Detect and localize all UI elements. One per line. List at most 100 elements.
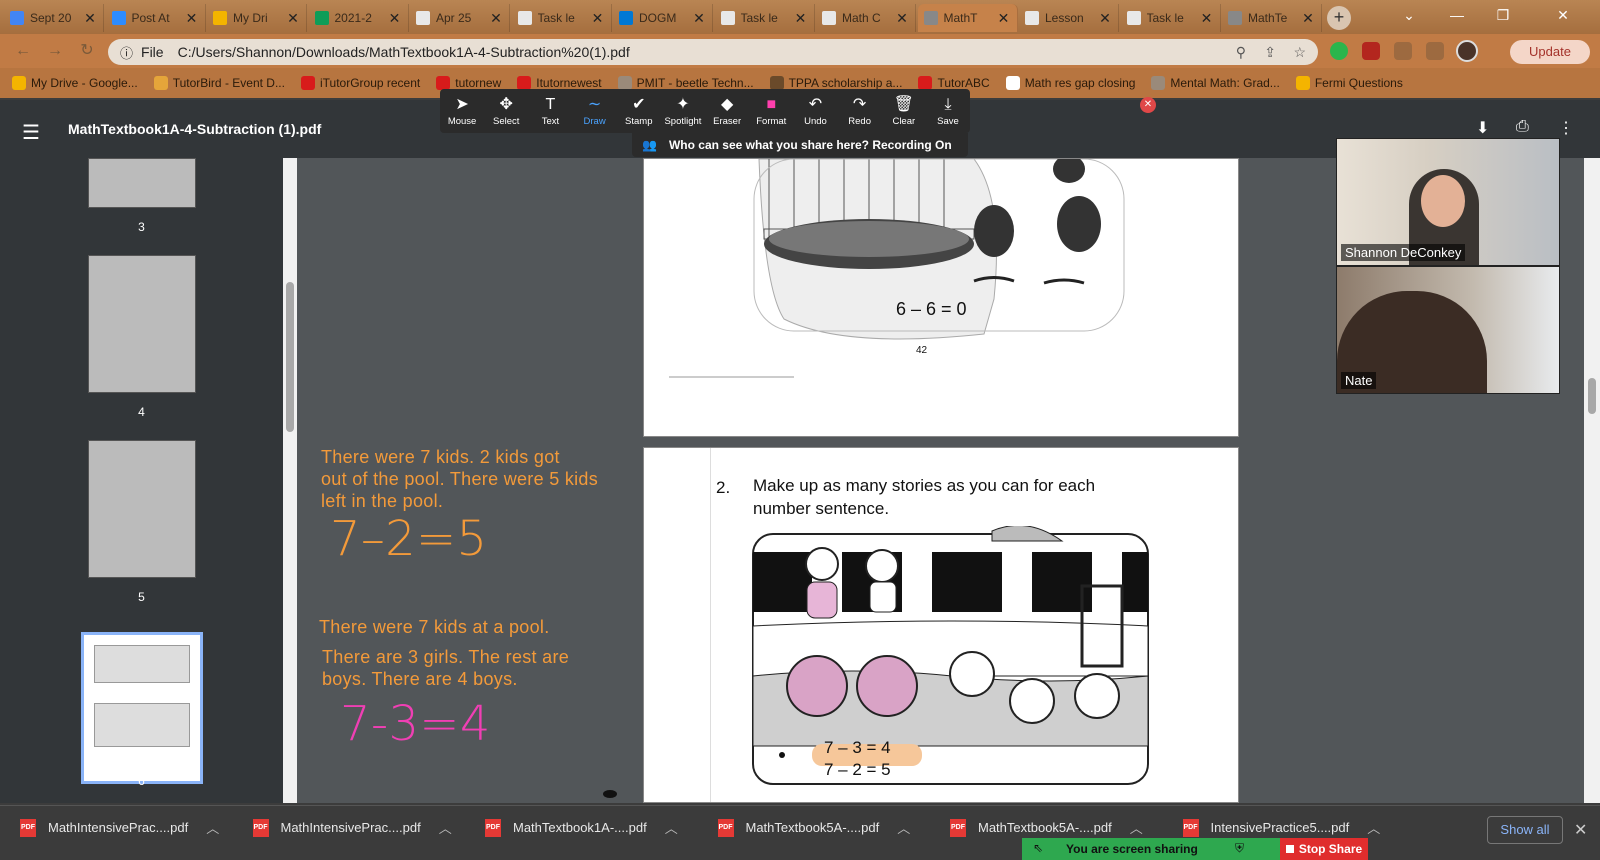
chevron-up-icon[interactable]: ︿ <box>1130 818 1143 837</box>
tool-text[interactable]: T Text <box>528 89 572 133</box>
tab-close-icon[interactable]: ✕ <box>83 10 97 27</box>
new-tab-button[interactable]: + <box>1327 6 1351 30</box>
download-item[interactable]: PDF IntensivePractice5....pdf ︿ <box>1182 818 1380 837</box>
show-all-button[interactable]: Show all <box>1487 816 1563 844</box>
bookmark-item[interactable]: My Drive - Google... <box>12 76 138 90</box>
bookmark-item[interactable]: Itutornewest <box>517 76 602 90</box>
tab[interactable]: MathTe ✕ <box>1222 4 1322 32</box>
bookmark-item[interactable]: iTutorGroup recent <box>300 76 420 90</box>
bookmark-item[interactable]: Math res gap closing <box>1005 76 1135 90</box>
tool-format[interactable]: ■ Format <box>749 89 793 133</box>
extension-icon[interactable] <box>1330 42 1348 60</box>
tab[interactable]: Lesson ✕ <box>1019 4 1119 32</box>
restore-button[interactable]: ❐ <box>1480 0 1526 32</box>
thumbnail-page-3[interactable] <box>88 158 196 208</box>
chevron-up-icon[interactable]: ︿ <box>1367 818 1380 837</box>
download-item[interactable]: PDF MathTextbook5A-....pdf ︿ <box>717 818 910 837</box>
close-window-button[interactable]: ✕ <box>1526 0 1600 32</box>
bookmark-favicon-icon <box>1295 76 1310 90</box>
close-downloads-icon[interactable]: ✕ <box>1574 820 1587 840</box>
pdf-page-bottom: 2. Make up as many stories as you can fo… <box>643 447 1239 803</box>
chevron-up-icon[interactable]: ︿ <box>897 818 910 837</box>
tool-clear[interactable]: 🗑 Clear <box>882 89 926 133</box>
tool-save[interactable]: ⤓ Save <box>926 89 970 133</box>
tool-undo[interactable]: ↶ Undo <box>793 89 837 133</box>
zoom-icon[interactable]: ⚲ <box>1236 44 1246 61</box>
tab-close-icon[interactable]: ✕ <box>489 10 503 27</box>
bookmark-item[interactable]: TPPA scholarship a... <box>769 76 902 90</box>
chevron-up-icon[interactable]: ︿ <box>665 818 678 837</box>
close-toolbar-button[interactable]: ✕ <box>1140 97 1156 113</box>
bookmark-star-icon[interactable]: ☆ <box>1293 44 1306 61</box>
download-item[interactable]: PDF MathIntensivePrac....pdf ︿ <box>252 818 452 837</box>
extension-puzzle-icon[interactable] <box>1394 42 1412 60</box>
share-icon[interactable]: ⇪ <box>1264 44 1276 61</box>
tab[interactable]: Math C ✕ <box>816 4 916 32</box>
bookmark-item[interactable]: PMIT - beetle Techn... <box>617 76 754 90</box>
more-options-icon[interactable]: ⋮ <box>1558 118 1574 138</box>
tab-close-icon[interactable]: ✕ <box>692 10 706 27</box>
video-tile[interactable]: Nate <box>1336 266 1560 394</box>
tab[interactable]: Sept 20 ✕ <box>4 4 104 32</box>
bookmark-item[interactable]: TutorBird - Event D... <box>153 76 285 90</box>
tab-close-icon[interactable]: ✕ <box>997 10 1011 27</box>
tab-search-icon[interactable]: ⌄ <box>1386 0 1432 32</box>
video-tile[interactable]: Shannon DeConkey <box>1336 138 1560 266</box>
info-icon[interactable]: ⓘ <box>120 43 133 62</box>
sidebar-scrollbar[interactable] <box>283 158 297 803</box>
tool-stamp[interactable]: ✔ Stamp <box>617 89 661 133</box>
update-button[interactable]: Update <box>1510 40 1590 64</box>
back-button[interactable]: ← <box>12 40 34 62</box>
print-icon[interactable]: ⎙ <box>1516 118 1529 136</box>
chevron-up-icon[interactable]: ︿ <box>439 818 452 837</box>
tab[interactable]: My Dri ✕ <box>207 4 307 32</box>
download-item[interactable]: PDF MathTextbook5A-....pdf ︿ <box>950 818 1143 837</box>
tab[interactable]: Task le ✕ <box>1121 4 1221 32</box>
download-item[interactable]: PDF MathIntensivePrac....pdf ︿ <box>20 818 219 837</box>
page-scrollbar[interactable] <box>1584 158 1600 803</box>
sidepanel-icon[interactable] <box>1426 42 1444 60</box>
tab[interactable]: MathT ✕ <box>917 4 1018 32</box>
download-item[interactable]: PDF MathTextbook1A-....pdf ︿ <box>485 818 678 837</box>
drag-handle-icon[interactable]: ⇖ <box>1033 841 1043 855</box>
tab[interactable]: Task le ✕ <box>715 4 815 32</box>
tab-close-icon[interactable]: ✕ <box>895 10 909 27</box>
tab[interactable]: DOGM ✕ <box>613 4 713 32</box>
tab[interactable]: Post At ✕ <box>106 4 206 32</box>
stop-share-button[interactable]: Stop Share <box>1280 838 1368 860</box>
forward-button[interactable]: → <box>44 40 66 62</box>
bookmark-item[interactable]: tutornew <box>436 76 501 90</box>
tab[interactable]: 2021-2 ✕ <box>309 4 409 32</box>
ublock-icon[interactable] <box>1362 42 1380 60</box>
download-icon[interactable]: ⬇ <box>1476 118 1489 138</box>
chevron-up-icon[interactable]: ︿ <box>206 818 219 837</box>
tab-close-icon[interactable]: ✕ <box>286 10 300 27</box>
thumbnail-page-4[interactable] <box>88 255 196 393</box>
tab-close-icon[interactable]: ✕ <box>1200 10 1214 27</box>
tab-close-icon[interactable]: ✕ <box>1098 10 1112 27</box>
tab-close-icon[interactable]: ✕ <box>185 10 199 27</box>
tab[interactable]: Apr 25 ✕ <box>410 4 510 32</box>
bookmark-item[interactable]: TutorABC <box>918 76 990 90</box>
tab-close-icon[interactable]: ✕ <box>1301 10 1315 27</box>
minimize-button[interactable]: — <box>1434 0 1480 32</box>
bookmark-item[interactable]: Mental Math: Grad... <box>1151 76 1280 90</box>
tool-select[interactable]: ✥ Select <box>484 89 528 133</box>
thumbnail-page-5[interactable] <box>88 440 196 578</box>
tool-mouse[interactable]: ➤ Mouse <box>440 89 484 133</box>
bookmark-item[interactable]: Fermi Questions <box>1295 76 1403 90</box>
tool-eraser[interactable]: ◆ Eraser <box>705 89 749 133</box>
reload-button[interactable]: ↻ <box>76 40 98 62</box>
tool-draw[interactable]: ∼ Draw <box>573 89 617 133</box>
tab-close-icon[interactable]: ✕ <box>591 10 605 27</box>
menu-icon[interactable]: ☰ <box>22 120 40 145</box>
tab-close-icon[interactable]: ✕ <box>388 10 402 27</box>
tool-redo[interactable]: ↷ Redo <box>838 89 882 133</box>
tool-spotlight[interactable]: ✦ Spotlight <box>661 89 705 133</box>
address-bar[interactable]: ⓘ File C:/Users/Shannon/Downloads/MathTe… <box>108 39 1318 65</box>
recording-banner[interactable]: 👥 Who can see what you share here? Recor… <box>632 133 968 157</box>
profile-avatar[interactable] <box>1456 40 1478 62</box>
thumbnail-page-6[interactable] <box>81 632 203 784</box>
tab-close-icon[interactable]: ✕ <box>794 10 808 27</box>
tab[interactable]: Task le ✕ <box>512 4 612 32</box>
